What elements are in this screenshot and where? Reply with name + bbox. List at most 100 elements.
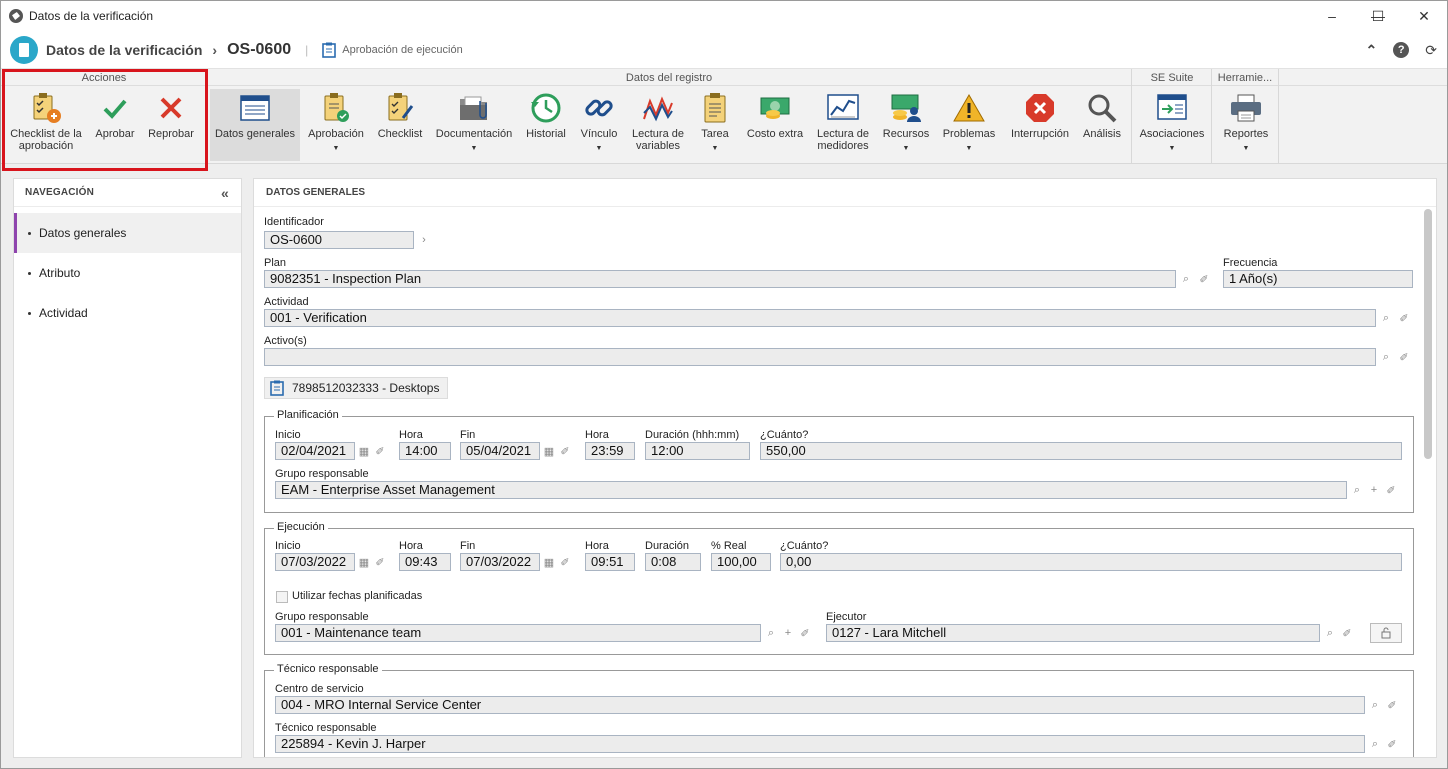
maximize-button[interactable]: ☐ bbox=[1355, 1, 1401, 31]
calendar-icon[interactable]: ▦ bbox=[541, 554, 557, 570]
centro-field[interactable]: 004 - MRO Internal Service Center bbox=[275, 696, 1365, 714]
checklist-button[interactable]: Checklist bbox=[371, 89, 429, 161]
ejec-hora1-field[interactable]: 09:43 bbox=[399, 553, 451, 571]
ejec-hora2-field[interactable]: 09:51 bbox=[585, 553, 635, 571]
tarea-button[interactable]: Tarea ▼ bbox=[693, 89, 737, 161]
lectura-medidores-button[interactable]: Lectura de medidores bbox=[811, 89, 875, 161]
search-icon[interactable]: ⌕ bbox=[1178, 271, 1194, 287]
aprobacion-button[interactable]: Aprobación ▼ bbox=[303, 89, 369, 161]
historial-button[interactable]: Historial bbox=[519, 89, 573, 161]
clear-eraser-icon[interactable]: ✐ bbox=[372, 443, 388, 459]
nav-item-atributo[interactable]: Atributo bbox=[14, 253, 241, 293]
vinculo-button[interactable]: Vínculo ▼ bbox=[575, 89, 623, 161]
problemas-button[interactable]: Problemas ▼ bbox=[937, 89, 1001, 161]
costo-extra-button[interactable]: Costo extra bbox=[741, 89, 809, 161]
plan-inicio-label: Inicio bbox=[275, 429, 301, 441]
search-icon[interactable]: ⌕ bbox=[1322, 625, 1338, 641]
calendar-icon[interactable]: ▦ bbox=[356, 443, 372, 459]
datos-generales-label: Datos generales bbox=[214, 128, 296, 140]
add-plus-icon[interactable]: + bbox=[780, 625, 796, 641]
vertical-scrollbar[interactable] bbox=[1424, 209, 1432, 459]
plan-inicio-field[interactable]: 02/04/2021 bbox=[275, 442, 355, 460]
ejec-real-field[interactable]: 100,00 bbox=[711, 553, 771, 571]
unlock-button[interactable] bbox=[1370, 623, 1402, 643]
add-plus-icon[interactable]: + bbox=[1366, 482, 1382, 498]
frecuencia-field[interactable]: 1 Año(s) bbox=[1223, 270, 1413, 288]
plan-field[interactable]: 9082351 - Inspection Plan bbox=[264, 270, 1176, 288]
nav-item-label: Actividad bbox=[39, 306, 88, 320]
identificador-field[interactable]: OS-0600 bbox=[264, 231, 414, 249]
lectura-variables-button[interactable]: Lectura de variables bbox=[625, 89, 691, 161]
app-globe-icon bbox=[9, 9, 23, 23]
plan-cuanto-field[interactable]: 550,00 bbox=[760, 442, 1402, 460]
checklist-aprobacion-button[interactable]: Checklist de la aprobación bbox=[5, 89, 87, 161]
search-icon[interactable]: ⌕ bbox=[1378, 310, 1394, 326]
ejec-inicio-field[interactable]: 07/03/2022 bbox=[275, 553, 355, 571]
datos-generales-button[interactable]: Datos generales bbox=[210, 89, 300, 161]
navigation-panel: NAVEGACIÓN « Datos generales Atributo Ac… bbox=[13, 178, 242, 758]
close-button[interactable]: ✕ bbox=[1401, 1, 1447, 31]
task-clipboard-icon bbox=[698, 91, 732, 125]
warning-triangle-icon bbox=[952, 91, 986, 125]
reportes-label: Reportes bbox=[1223, 128, 1269, 140]
plan-hora1-field[interactable]: 14:00 bbox=[399, 442, 451, 460]
search-icon[interactable]: ⌕ bbox=[1349, 482, 1365, 498]
vinculo-label: Vínculo bbox=[580, 128, 618, 140]
nav-item-datos-generales[interactable]: Datos generales bbox=[14, 213, 241, 253]
search-icon[interactable]: ⌕ bbox=[1367, 697, 1383, 713]
search-icon[interactable]: ⌕ bbox=[763, 625, 779, 641]
asociaciones-label: Asociaciones bbox=[1139, 128, 1205, 140]
chevron-right-icon[interactable]: › bbox=[416, 232, 432, 248]
title-bar: Datos de la verificación — bbox=[1, 1, 1447, 31]
ejec-fin-field[interactable]: 07/03/2022 bbox=[460, 553, 540, 571]
clear-eraser-icon[interactable]: ✐ bbox=[1384, 697, 1400, 713]
calendar-icon[interactable]: ▦ bbox=[356, 554, 372, 570]
aprobar-button[interactable]: Aprobar bbox=[89, 89, 141, 161]
clear-eraser-icon[interactable]: ✐ bbox=[372, 554, 388, 570]
navigation-title: NAVEGACIÓN bbox=[25, 187, 95, 198]
ejec-cuanto-field[interactable]: 0,00 bbox=[780, 553, 1402, 571]
ejec-grupo-field[interactable]: 001 - Maintenance team bbox=[275, 624, 761, 642]
help-icon[interactable]: ? bbox=[1393, 42, 1410, 58]
plan-fin-field[interactable]: 05/04/2021 bbox=[460, 442, 540, 460]
tecnico-field[interactable]: 225894 - Kevin J. Harper bbox=[275, 735, 1365, 753]
calendar-icon[interactable]: ▦ bbox=[541, 443, 557, 459]
asset-chip[interactable]: 7898512032333 - Desktops bbox=[264, 377, 449, 399]
clear-eraser-icon[interactable]: ✐ bbox=[797, 625, 813, 641]
clear-eraser-icon[interactable]: ✐ bbox=[1196, 271, 1212, 287]
usar-fechas-checkbox[interactable] bbox=[276, 591, 288, 603]
analisis-button[interactable]: Análisis bbox=[1077, 89, 1127, 161]
ejecutor-label: Ejecutor bbox=[826, 611, 867, 623]
minimize-button[interactable]: – bbox=[1309, 1, 1355, 31]
clear-eraser-icon[interactable]: ✐ bbox=[557, 554, 573, 570]
interrupcion-button[interactable]: Interrupción bbox=[1005, 89, 1075, 161]
dropdown-arrow-icon: ▼ bbox=[595, 145, 603, 152]
nav-item-actividad[interactable]: Actividad bbox=[14, 293, 241, 333]
search-icon[interactable]: ⌕ bbox=[1367, 736, 1383, 752]
collapse-header-icon[interactable]: ⌃ bbox=[1366, 42, 1378, 59]
activos-field[interactable] bbox=[264, 348, 1376, 366]
actividad-field[interactable]: 001 - Verification bbox=[264, 309, 1376, 327]
navigation-header: NAVEGACIÓN « bbox=[14, 179, 241, 207]
plan-grupo-field[interactable]: EAM - Enterprise Asset Management bbox=[275, 481, 1347, 499]
recursos-button[interactable]: Recursos ▼ bbox=[877, 89, 935, 161]
refresh-icon[interactable]: ⟳ bbox=[1425, 42, 1437, 59]
clear-eraser-icon[interactable]: ✐ bbox=[1396, 310, 1412, 326]
plan-duracion-field[interactable]: 12:00 bbox=[645, 442, 750, 460]
clear-eraser-icon[interactable]: ✐ bbox=[1384, 736, 1400, 752]
clear-eraser-icon[interactable]: ✐ bbox=[557, 443, 573, 459]
reprobar-button[interactable]: Reprobar bbox=[143, 89, 199, 161]
group-title-datos-registro: Datos del registro bbox=[625, 72, 713, 84]
clear-eraser-icon[interactable]: ✐ bbox=[1339, 625, 1355, 641]
reportes-button[interactable]: Reportes ▼ bbox=[1215, 89, 1277, 161]
ejecutor-field[interactable]: 0127 - Lara Mitchell bbox=[826, 624, 1320, 642]
search-icon[interactable]: ⌕ bbox=[1378, 349, 1394, 365]
collapse-panel-icon[interactable]: « bbox=[221, 185, 229, 201]
clear-eraser-icon[interactable]: ✐ bbox=[1396, 349, 1412, 365]
recursos-label: Recursos bbox=[882, 128, 930, 140]
clear-eraser-icon[interactable]: ✐ bbox=[1383, 482, 1399, 498]
plan-hora2-field[interactable]: 23:59 bbox=[585, 442, 635, 460]
ejec-duracion-field[interactable]: 0:08 bbox=[645, 553, 701, 571]
documentacion-button[interactable]: Documentación ▼ bbox=[432, 89, 516, 161]
asociaciones-button[interactable]: Asociaciones ▼ bbox=[1135, 89, 1209, 161]
